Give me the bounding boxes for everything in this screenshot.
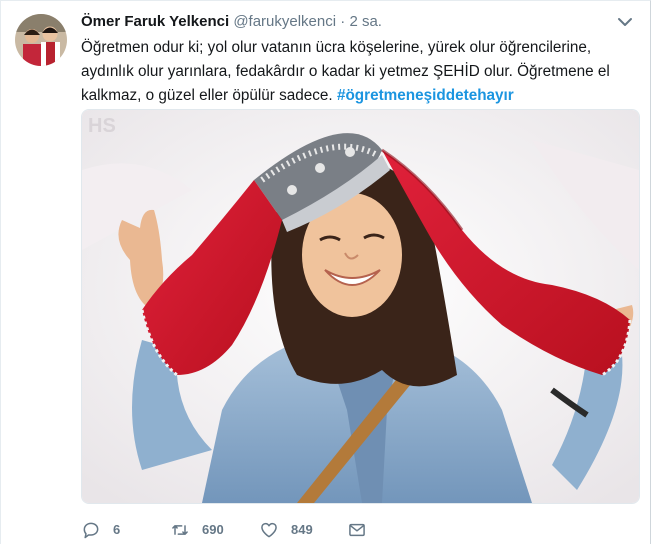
envelope-icon [349,523,365,537]
tweet-header: Ömer Faruk Yelkenci @farukyelkenci · 2 s… [81,12,634,32]
chevron-down-icon[interactable] [616,13,634,31]
retweet-icon [172,525,188,535]
like-count: 849 [291,522,313,537]
user-handle[interactable]: @farukyelkenci [233,13,336,30]
retweet-button[interactable]: 690 [170,517,224,543]
like-button[interactable]: 849 [259,517,313,543]
hashtag-link[interactable]: #ögretmeneşiddetehayır [337,87,514,104]
reply-count: 6 [113,522,121,537]
tweet-text: Öğretmen odur ki; yol olur vatanın ücra … [81,36,641,108]
retweet-count: 690 [202,522,224,537]
heart-icon [261,522,277,538]
avatar[interactable] [15,14,67,66]
tweet-photo[interactable]: HS [81,109,640,504]
separator-dot: · [340,13,346,30]
reply-icon [83,522,99,539]
tweet-card: Ömer Faruk Yelkenci @farukyelkenci · 2 s… [0,0,651,544]
reply-button[interactable]: 6 [81,517,120,543]
timestamp[interactable]: 2 sa. [349,13,382,30]
message-button[interactable] [347,517,367,543]
tweet-actions: 6 690 849 [81,517,501,543]
watermark-text: HS [88,115,116,137]
display-name[interactable]: Ömer Faruk Yelkenci [81,13,229,30]
